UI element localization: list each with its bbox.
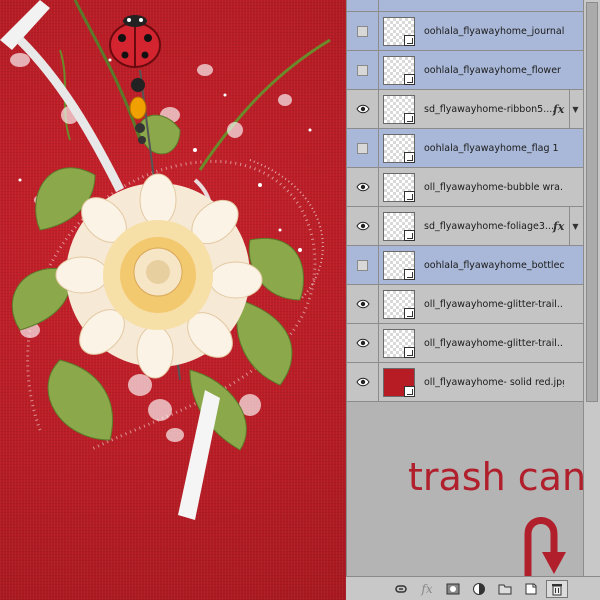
visibility-eye-icon[interactable] bbox=[347, 324, 379, 362]
expand-effects-arrow-icon[interactable]: ▼ bbox=[569, 90, 581, 128]
visibility-toggle[interactable] bbox=[347, 51, 379, 89]
new-group-folder-icon[interactable] bbox=[494, 580, 516, 598]
visibility-eye-icon[interactable] bbox=[347, 285, 379, 323]
layer-name[interactable]: oohlala_flyawayhome_flower ... bbox=[424, 51, 564, 89]
layer-row[interactable]: oll_flyawayhome-glitter-trail.... bbox=[347, 285, 583, 324]
trash-can-icon[interactable] bbox=[546, 579, 568, 598]
layer-name[interactable]: oll_flyawayhome-glitter-trail.... bbox=[424, 285, 564, 323]
scrollbar-thumb[interactable] bbox=[586, 2, 598, 402]
layer-row[interactable]: sd_flyawayhome-ribbon5.... fx ▼ bbox=[347, 90, 583, 129]
smart-object-icon bbox=[404, 152, 415, 163]
visibility-eye-icon[interactable] bbox=[347, 90, 379, 128]
visibility-eye-icon[interactable] bbox=[347, 207, 379, 245]
curved-down-arrow-icon bbox=[524, 517, 566, 576]
layer-name[interactable]: sd_flyawayhome-foliage3.... bbox=[424, 207, 564, 245]
layer-row[interactable]: oll_flyawayhome- solid red.jpg bbox=[347, 363, 583, 402]
visibility-toggle[interactable] bbox=[347, 12, 379, 50]
layer-row[interactable] bbox=[347, 0, 583, 12]
layer-thumbnail[interactable] bbox=[383, 56, 415, 85]
layer-row[interactable]: oohlala_flyawayhome_bottlec... bbox=[347, 246, 583, 285]
layer-thumbnail[interactable] bbox=[383, 290, 415, 319]
layer-name[interactable]: oohlala_flyawayhome_journal... bbox=[424, 12, 564, 50]
smart-object-icon bbox=[404, 308, 415, 319]
adjustment-layer-icon[interactable] bbox=[468, 580, 490, 598]
layers-panel: oohlala_flyawayhome_journal... oohlala_fl… bbox=[346, 0, 600, 600]
layer-effects-fx-icon[interactable]: fx bbox=[553, 90, 564, 128]
layer-name[interactable]: oohlala_flyawayhome_bottlec... bbox=[424, 246, 564, 284]
layer-thumbnail[interactable] bbox=[383, 17, 415, 46]
layers-toolbar: fx bbox=[346, 576, 600, 600]
smart-object-icon bbox=[404, 74, 415, 85]
layer-thumbnail[interactable] bbox=[383, 251, 415, 280]
visibility-eye-icon[interactable] bbox=[347, 363, 379, 401]
layer-name[interactable]: oll_flyawayhome- solid red.jpg bbox=[424, 363, 564, 401]
layer-row[interactable]: oohlala_flyawayhome_flower ... bbox=[347, 51, 583, 90]
visibility-eye-icon[interactable] bbox=[347, 168, 379, 206]
smart-object-icon bbox=[404, 386, 415, 397]
layer-row[interactable]: oll_flyawayhome-bubble wra... bbox=[347, 168, 583, 207]
fx-label: fx bbox=[421, 581, 433, 596]
expand-effects-arrow-icon[interactable]: ▼ bbox=[569, 207, 581, 245]
link-layers-icon[interactable] bbox=[390, 580, 412, 598]
layer-thumbnail[interactable] bbox=[383, 368, 415, 397]
layer-list: oohlala_flyawayhome_journal... oohlala_fl… bbox=[347, 0, 583, 402]
smart-object-icon bbox=[404, 230, 415, 241]
layer-name[interactable]: oll_flyawayhome-bubble wra... bbox=[424, 168, 564, 206]
smart-object-icon bbox=[404, 35, 415, 46]
layer-thumbnail[interactable] bbox=[383, 95, 415, 124]
layer-name[interactable]: oohlala_flyawayhome_flag 1 bbox=[424, 129, 564, 167]
document-canvas[interactable] bbox=[0, 0, 346, 600]
layer-effects-fx-icon[interactable]: fx bbox=[553, 207, 564, 245]
annotation-label: trash can bbox=[408, 455, 587, 499]
scrapbook-artwork bbox=[0, 0, 331, 520]
layer-mask-icon[interactable] bbox=[442, 580, 464, 598]
layer-name[interactable]: sd_flyawayhome-ribbon5.... bbox=[424, 90, 564, 128]
visibility-toggle[interactable] bbox=[347, 246, 379, 284]
layer-name[interactable]: oll_flyawayhome-glitter-trail.... bbox=[424, 324, 564, 362]
layer-row[interactable]: sd_flyawayhome-foliage3.... fx ▼ bbox=[347, 207, 583, 246]
layer-thumbnail[interactable] bbox=[383, 134, 415, 163]
layer-thumbnail[interactable] bbox=[383, 329, 415, 358]
layer-row[interactable]: oll_flyawayhome-glitter-trail.... bbox=[347, 324, 583, 363]
layer-style-fx-icon[interactable]: fx bbox=[416, 580, 438, 598]
visibility-toggle[interactable] bbox=[347, 0, 379, 11]
layer-row[interactable]: oohlala_flyawayhome_flag 1 bbox=[347, 129, 583, 168]
smart-object-icon bbox=[404, 113, 415, 124]
smart-object-icon bbox=[404, 269, 415, 280]
smart-object-icon bbox=[404, 347, 415, 358]
smart-object-icon bbox=[404, 191, 415, 202]
layer-row[interactable]: oohlala_flyawayhome_journal... bbox=[347, 12, 583, 51]
layer-thumbnail[interactable] bbox=[383, 212, 415, 241]
new-layer-icon[interactable] bbox=[520, 580, 542, 598]
layer-thumbnail[interactable] bbox=[383, 173, 415, 202]
visibility-toggle[interactable] bbox=[347, 129, 379, 167]
